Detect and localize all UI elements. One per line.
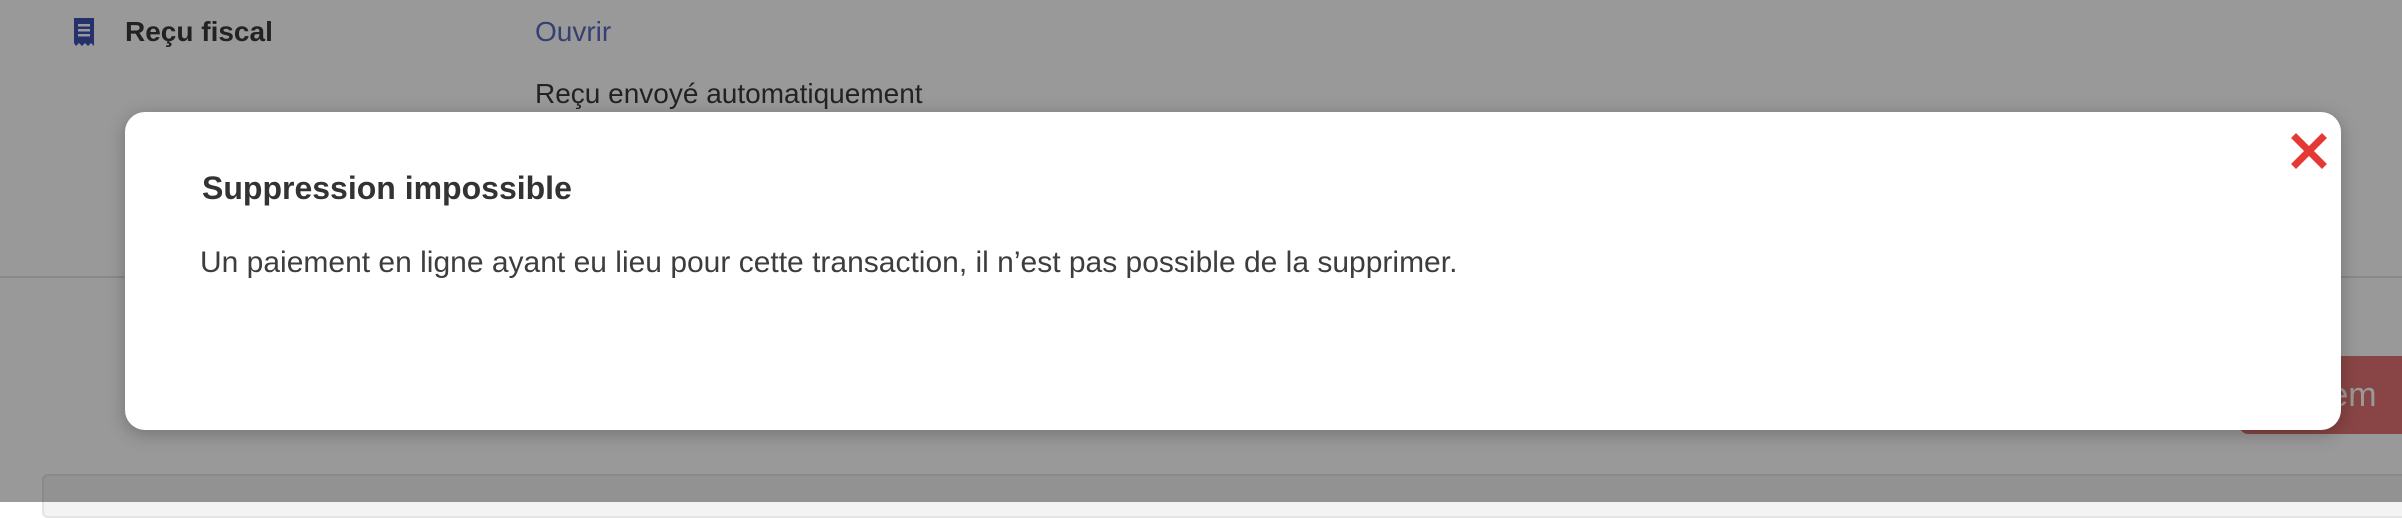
modal-message: Un paiement en ligne ayant eu lieu pour … bbox=[200, 246, 1458, 279]
close-button[interactable] bbox=[2284, 128, 2334, 178]
close-icon bbox=[2291, 132, 2327, 174]
error-modal: Suppression impossible Un paiement en li… bbox=[125, 112, 2341, 430]
modal-title: Suppression impossible bbox=[202, 170, 572, 206]
